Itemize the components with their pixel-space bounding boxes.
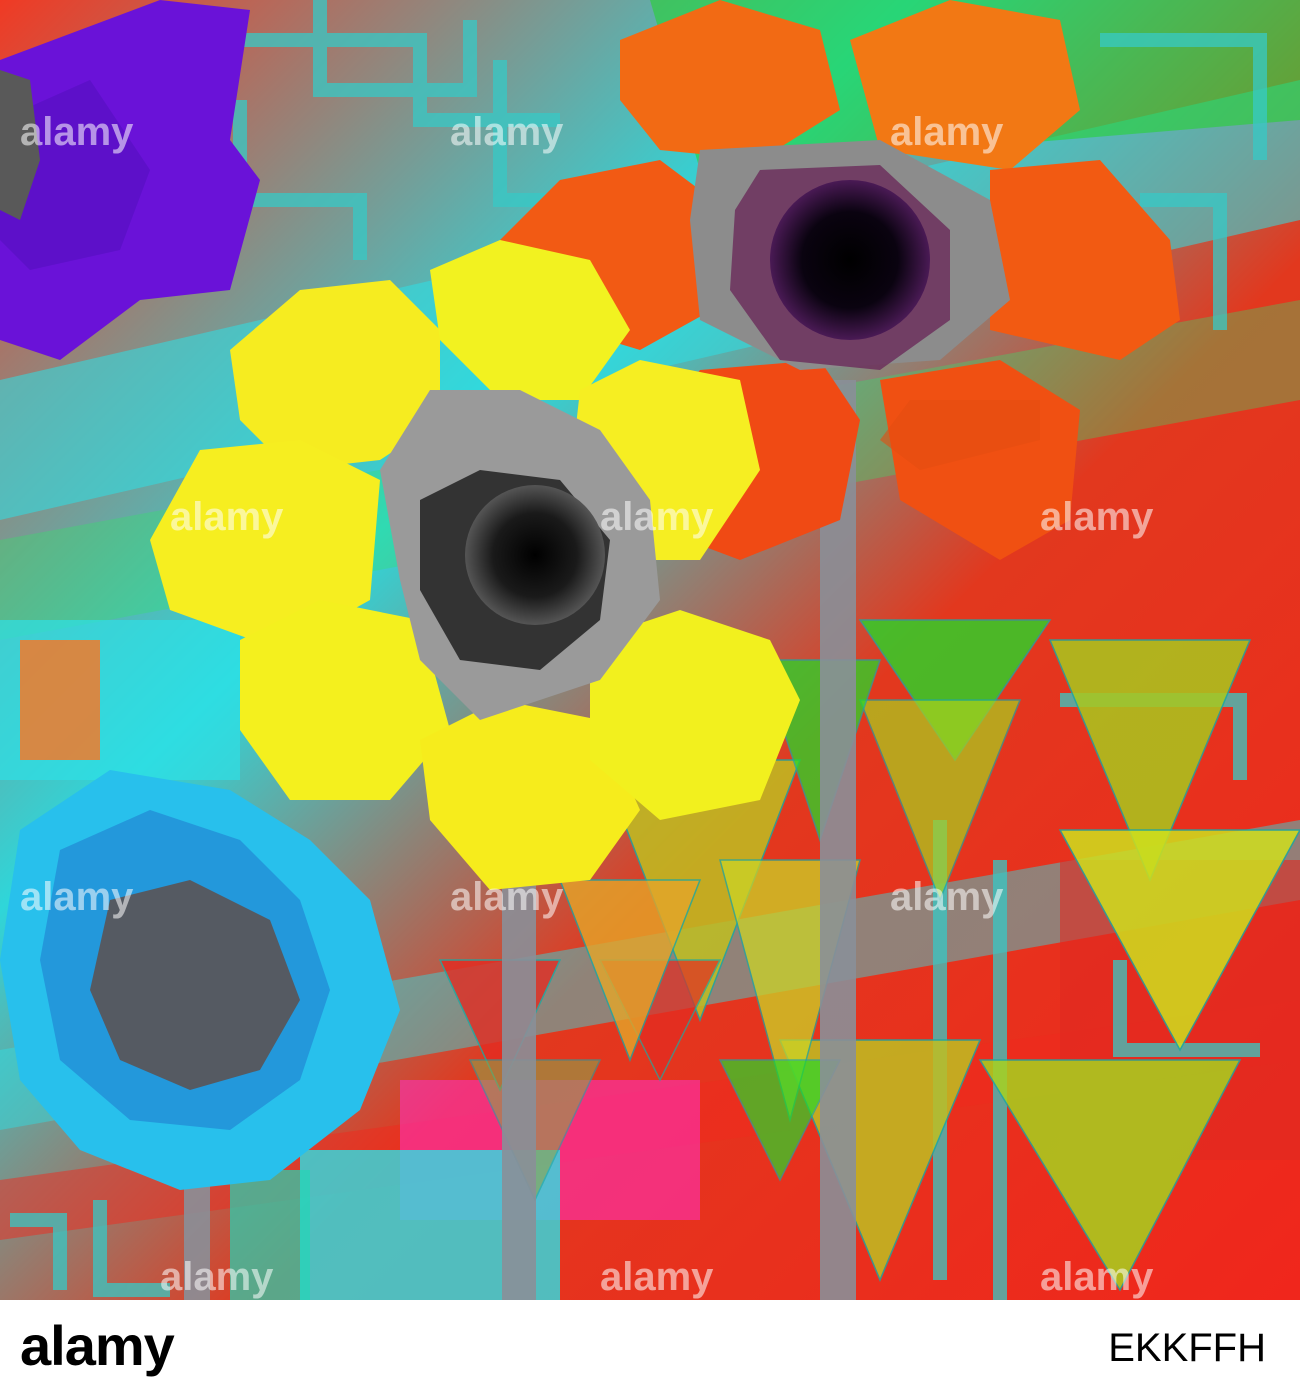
watermark-text: alamy <box>600 495 714 539</box>
watermark-text: alamy <box>450 110 564 154</box>
watermark-text: alamy <box>890 875 1004 919</box>
watermark-text: alamy <box>20 110 134 154</box>
stock-footer-bar: alamy EKKFFH <box>0 1300 1300 1390</box>
watermark-text: alamy <box>1040 1255 1154 1299</box>
abstract-flowers-artwork: alamy alamy alamy alamy alamy alamy alam… <box>0 0 1300 1300</box>
watermark-text: alamy <box>170 495 284 539</box>
watermark-text: alamy <box>20 875 134 919</box>
watermark-text: alamy <box>160 1255 274 1299</box>
watermark-text: alamy <box>450 875 564 919</box>
alamy-logo: alamy <box>20 1314 175 1377</box>
image-id-label: EKKFFH <box>1108 1326 1266 1370</box>
watermark-text: alamy <box>890 110 1004 154</box>
watermark-text: alamy <box>1040 495 1154 539</box>
watermark-text: alamy <box>600 1255 714 1299</box>
